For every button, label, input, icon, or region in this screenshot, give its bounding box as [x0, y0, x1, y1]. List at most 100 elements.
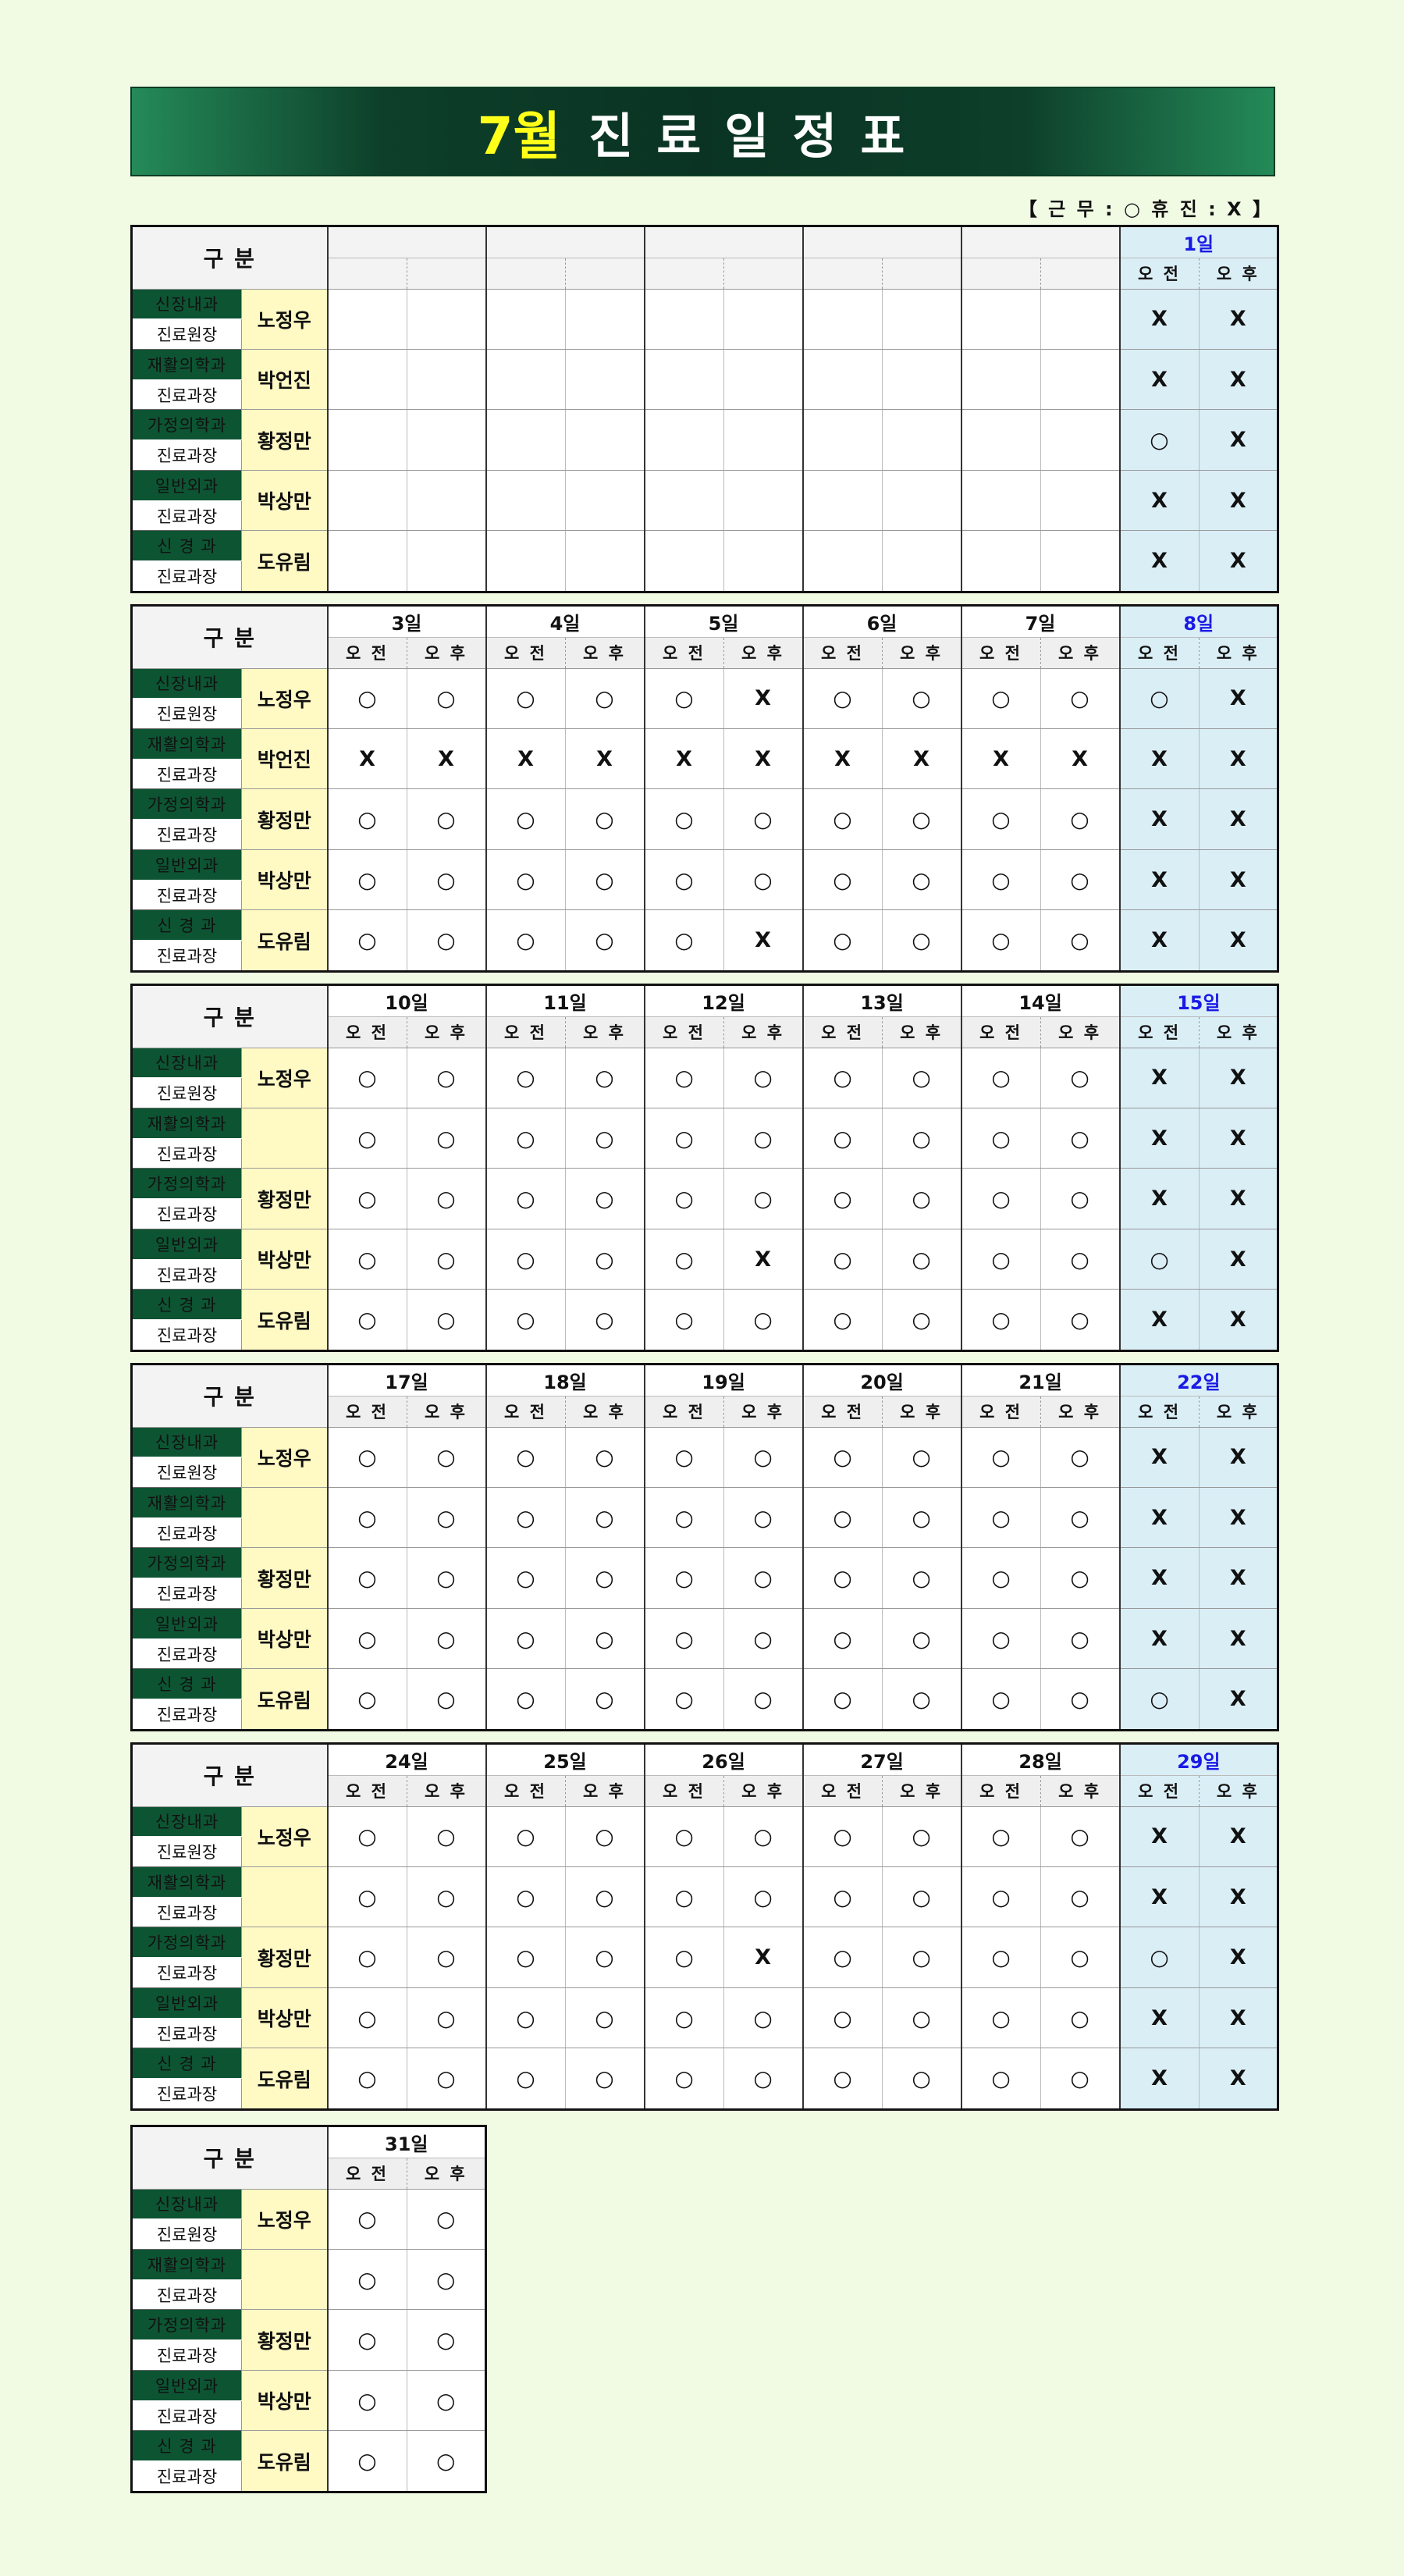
- pm-slot: ○: [564, 1487, 645, 1549]
- am-header: 오 전: [960, 1396, 1041, 1428]
- doctor-name: 도유림: [241, 1289, 328, 1351]
- doctor-name: 노정우: [241, 1427, 328, 1489]
- am-slot: ○: [485, 1487, 566, 1549]
- am-slot: ○: [1118, 409, 1199, 471]
- pm-slot: ○: [406, 2430, 486, 2492]
- pm-slot: ○: [564, 1108, 645, 1169]
- department-label: 신장내과: [131, 668, 242, 699]
- position-label: 진료과장: [131, 439, 242, 471]
- gubun-header: 구 분: [131, 2126, 328, 2190]
- am-header: 오 전: [802, 637, 882, 669]
- am-slot: ○: [485, 788, 565, 850]
- status-mark: ○: [991, 2005, 1011, 2031]
- am-slot: [485, 530, 565, 592]
- status-mark: ○: [516, 685, 535, 712]
- pm-slot: X: [723, 728, 803, 790]
- pm-slot: ○: [406, 2048, 486, 2110]
- status-mark: X: [1151, 746, 1168, 771]
- position-label: 진료과장: [131, 2339, 242, 2371]
- pm-header: 오 후: [723, 637, 803, 669]
- pm-header: 오 후: [406, 1016, 486, 1048]
- pm-header: 오 후: [723, 258, 803, 290]
- pm-slot: X: [1198, 1289, 1278, 1351]
- status-mark: ○: [674, 1944, 694, 1971]
- doctor-row: 신장내과 노정우 X X: [131, 289, 1278, 350]
- am-header: 오 전: [643, 1396, 724, 1428]
- am-slot: ○: [643, 1547, 724, 1609]
- am-header: 오 전: [802, 1016, 883, 1048]
- pm-slot: ○: [406, 849, 486, 911]
- am-header: 오 전: [485, 1775, 566, 1807]
- am-header: 오 전: [802, 1775, 883, 1807]
- am-slot: ○: [326, 2189, 407, 2250]
- am-slot: ○: [960, 1048, 1041, 1109]
- doctor-row: 신장내과 노정우 ○ ○: [131, 2189, 486, 2250]
- pm-slot: [1040, 530, 1120, 592]
- status-mark: ○: [357, 927, 377, 954]
- status-mark: ○: [516, 1186, 535, 1212]
- pm-slot: X: [1198, 289, 1278, 350]
- am-slot: ○: [802, 1866, 883, 1928]
- pm-slot: [723, 409, 803, 471]
- status-mark: ○: [912, 1125, 931, 1151]
- am-slot: ○: [643, 2048, 724, 2110]
- pm-header: 오 후: [881, 1775, 961, 1807]
- am-slot: X: [326, 728, 407, 790]
- status-mark: X: [755, 1247, 771, 1272]
- status-mark: ○: [674, 1504, 694, 1531]
- doctor-name: 박상만: [241, 1987, 328, 2049]
- status-mark: ○: [1070, 1565, 1089, 1592]
- status-mark: ○: [912, 1625, 931, 1652]
- department-label: 신장내과: [131, 289, 242, 320]
- am-slot: ○: [326, 1608, 407, 1670]
- doctor-name: 황정만: [241, 1168, 328, 1229]
- date-header: 11일: [485, 984, 645, 1017]
- status-mark: ○: [1070, 1504, 1089, 1531]
- pm-slot: ○: [406, 909, 486, 972]
- pm-slot: ○: [406, 1168, 486, 1229]
- status-mark: ○: [674, 866, 694, 893]
- pm-slot: X: [1198, 1487, 1278, 1549]
- date-header: 12일: [643, 984, 803, 1017]
- week-table: 구 분 10일 11일 12일 13일 14일 15일 오 전오 후오 전오 후오 전오 후오…: [130, 984, 1280, 1352]
- status-mark: X: [517, 746, 534, 771]
- pm-slot: X: [1198, 788, 1278, 850]
- status-mark: ○: [357, 1125, 377, 1151]
- am-slot: ○: [326, 1668, 407, 1731]
- department-label: 재활의학과: [131, 349, 242, 380]
- am-slot: ○: [802, 909, 882, 972]
- status-mark: ○: [991, 1125, 1011, 1151]
- pm-slot: ○: [1040, 849, 1120, 911]
- pm-slot: ○: [1040, 1608, 1120, 1670]
- am-slot: X: [1118, 1608, 1200, 1670]
- doctor-row: 가정의학과 황정만 ○ ○ ○ ○ ○ ○ ○ ○ ○ ○ X X: [131, 788, 1278, 850]
- status-mark: ○: [1150, 685, 1169, 712]
- am-header: 오 전: [326, 1396, 407, 1428]
- header-row: 구 분 31일: [131, 2126, 486, 2190]
- am-slot: ○: [485, 849, 565, 911]
- am-slot: ○: [485, 1608, 566, 1670]
- status-mark: ○: [1070, 685, 1089, 712]
- am-slot: X: [1118, 849, 1199, 911]
- pm-slot: ○: [406, 2370, 486, 2432]
- status-mark: ○: [595, 1444, 614, 1471]
- doctor-row: 신 경 과 도유림 ○ ○ ○ ○ ○ ○ ○ ○ ○ ○ ○ X: [131, 1668, 1278, 1731]
- am-slot: ○: [960, 2048, 1041, 2110]
- status-mark: ○: [357, 1065, 377, 1091]
- date-header: 5일: [643, 605, 803, 638]
- am-slot: ○: [802, 1487, 883, 1549]
- status-mark: ○: [912, 866, 931, 893]
- status-mark: ○: [357, 685, 377, 712]
- status-mark: X: [1229, 1824, 1246, 1849]
- pm-slot: X: [723, 668, 803, 730]
- pm-slot: [406, 530, 486, 592]
- status-mark: X: [1229, 428, 1246, 453]
- am-slot: ○: [326, 1168, 407, 1229]
- status-mark: ○: [1070, 1686, 1089, 1713]
- am-slot: ○: [326, 668, 407, 730]
- am-slot: ○: [802, 2048, 883, 2110]
- pm-slot: ○: [881, 1427, 961, 1489]
- status-mark: ○: [753, 1565, 773, 1592]
- pm-header: 오 후: [1198, 1396, 1278, 1428]
- status-mark: ○: [357, 1307, 377, 1333]
